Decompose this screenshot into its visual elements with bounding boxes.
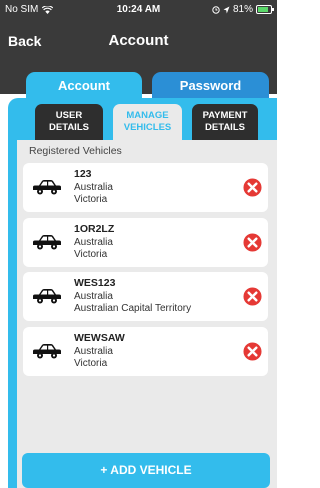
delete-vehicle-icon[interactable] (243, 178, 262, 197)
car-icon (33, 235, 61, 250)
location-icon (223, 6, 230, 13)
vehicle-country: Australia (74, 291, 113, 302)
battery-percent: 81% (232, 4, 253, 15)
vehicle-plate: 1OR2LZ (74, 223, 115, 235)
vehicle-country: Australia (74, 237, 113, 248)
car-icon (33, 180, 61, 195)
vehicle-card[interactable]: 123 Australia Victoria (23, 163, 268, 212)
delete-vehicle-icon[interactable] (243, 287, 262, 306)
status-bar: No SIM 10:24 AM 81% (0, 0, 277, 20)
section-title: Registered Vehicles (29, 145, 122, 157)
alarm-icon (212, 5, 220, 14)
vehicle-card[interactable]: WEWSAW Australia Victoria (23, 327, 268, 376)
subtab-label-line1: PAYMENT (202, 110, 248, 121)
subtab-payment-details[interactable]: PAYMENT DETAILS (192, 104, 258, 140)
vehicle-region: Victoria (74, 194, 108, 205)
status-right: 81% (212, 4, 274, 15)
vehicle-plate: WES123 (74, 277, 116, 289)
add-vehicle-button[interactable]: + ADD VEHICLE (22, 453, 270, 488)
vehicle-plate: 123 (74, 168, 92, 180)
vehicle-region: Victoria (74, 358, 108, 369)
vehicle-region: Victoria (74, 249, 108, 260)
vehicle-card[interactable]: WES123 Australia Australian Capital Terr… (23, 272, 268, 321)
delete-vehicle-icon[interactable] (243, 233, 262, 252)
subtab-label-line1: MANAGE (126, 110, 169, 121)
nav-bar: Back Account (0, 20, 277, 64)
tab-account[interactable]: Account (26, 72, 142, 99)
subtab-label-line2: VEHICLES (123, 122, 172, 133)
subtab-label-line2: DETAILS (49, 122, 89, 133)
subtab-label-line2: DETAILS (205, 122, 245, 133)
tab-password[interactable]: Password (152, 72, 269, 99)
subtab-label-line1: USER (55, 110, 83, 121)
vehicle-region: Australian Capital Territory (74, 303, 192, 314)
battery-icon (256, 5, 274, 14)
car-icon (33, 289, 61, 304)
subtab-user-details[interactable]: USER DETAILS (35, 104, 103, 140)
vehicle-country: Australia (74, 182, 113, 193)
page-title: Account (108, 32, 169, 49)
vehicle-plate: WEWSAW (74, 332, 125, 344)
vehicle-country: Australia (74, 346, 113, 357)
delete-vehicle-icon[interactable] (243, 342, 262, 361)
car-icon (33, 344, 61, 359)
subtab-manage-vehicles[interactable]: MANAGE VEHICLES (113, 104, 182, 140)
vehicle-card[interactable]: 1OR2LZ Australia Victoria (23, 218, 268, 267)
